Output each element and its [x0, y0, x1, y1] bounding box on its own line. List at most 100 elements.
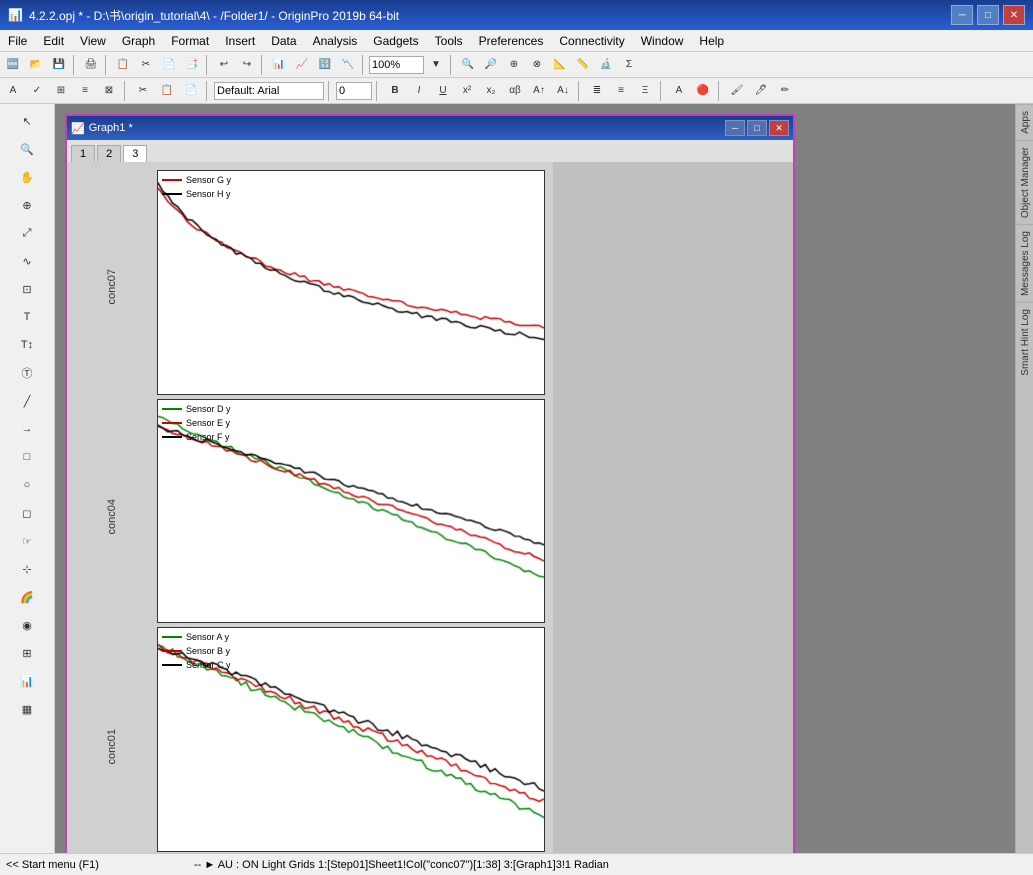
fb16[interactable]: 🔴: [692, 80, 714, 102]
print-btn[interactable]: 🖨: [80, 54, 102, 76]
bold-btn[interactable]: B: [384, 80, 406, 102]
font-family-input[interactable]: [214, 82, 324, 100]
l4[interactable]: Ⓣ: [13, 360, 41, 386]
tb5[interactable]: 📄: [158, 54, 180, 76]
menu-format[interactable]: Format: [163, 30, 217, 51]
font-size-input[interactable]: [336, 82, 372, 100]
tb20[interactable]: Σ: [618, 54, 640, 76]
l1[interactable]: ∿: [13, 248, 41, 274]
superscript-btn[interactable]: x²: [456, 80, 478, 102]
fb15[interactable]: A: [668, 80, 690, 102]
text-tool[interactable]: T: [13, 304, 41, 330]
zoom-input[interactable]: [369, 56, 424, 74]
tb4[interactable]: ✂: [135, 54, 157, 76]
tb9[interactable]: 📊: [268, 54, 290, 76]
tb6[interactable]: 📑: [181, 54, 203, 76]
zoom-dropdown[interactable]: ▼: [425, 54, 447, 76]
rescale-tool[interactable]: ⤢: [13, 220, 41, 246]
arrow-draw[interactable]: →: [13, 416, 41, 442]
apps-panel-label[interactable]: Apps: [1016, 104, 1033, 140]
menu-preferences[interactable]: Preferences: [471, 30, 552, 51]
l3[interactable]: T↕: [13, 332, 41, 358]
line-tool[interactable]: ╱: [13, 388, 41, 414]
fb2[interactable]: ✓: [26, 80, 48, 102]
tb18[interactable]: 📏: [572, 54, 594, 76]
graph-tab-3[interactable]: 3: [123, 145, 147, 162]
tb10[interactable]: 📈: [291, 54, 313, 76]
underline-btn[interactable]: U: [432, 80, 454, 102]
tb7[interactable]: ↩: [213, 54, 235, 76]
menu-gadgets[interactable]: Gadgets: [365, 30, 426, 51]
tb17[interactable]: 📐: [549, 54, 571, 76]
menu-help[interactable]: Help: [691, 30, 732, 51]
minimize-button[interactable]: ─: [951, 5, 973, 25]
maximize-button[interactable]: □: [977, 5, 999, 25]
menu-edit[interactable]: Edit: [35, 30, 72, 51]
open-btn[interactable]: 📂: [25, 54, 47, 76]
tb19[interactable]: 🔬: [595, 54, 617, 76]
graph-maximize-btn[interactable]: □: [747, 120, 767, 136]
menu-window[interactable]: Window: [633, 30, 692, 51]
graph-tab-2[interactable]: 2: [97, 145, 121, 162]
l7[interactable]: ⊞: [13, 640, 41, 666]
fb5[interactable]: ⊠: [98, 80, 120, 102]
color-btn[interactable]: 🌈: [13, 584, 41, 610]
menu-data[interactable]: Data: [263, 30, 304, 51]
fb8[interactable]: 📄: [180, 80, 202, 102]
tb8[interactable]: ↪: [236, 54, 258, 76]
tb12[interactable]: 📉: [337, 54, 359, 76]
fb13[interactable]: ≡: [610, 80, 632, 102]
hand-tool[interactable]: ☞: [13, 528, 41, 554]
fb1[interactable]: A: [2, 80, 24, 102]
graph-tab-1[interactable]: 1: [71, 145, 95, 162]
tb3[interactable]: 📋: [112, 54, 134, 76]
menu-file[interactable]: File: [0, 30, 35, 51]
new-btn[interactable]: 🆕: [2, 54, 24, 76]
fb10[interactable]: A↑: [528, 80, 550, 102]
tb11[interactable]: 🔢: [314, 54, 336, 76]
menu-connectivity[interactable]: Connectivity: [551, 30, 632, 51]
menu-view[interactable]: View: [72, 30, 114, 51]
subscript-btn[interactable]: x₂: [480, 80, 502, 102]
l5[interactable]: ⊹: [13, 556, 41, 582]
fb7[interactable]: 📋: [156, 80, 178, 102]
region-tool[interactable]: ◻: [13, 500, 41, 526]
pan-tool[interactable]: ✋: [13, 164, 41, 190]
fb3[interactable]: ⊞: [50, 80, 72, 102]
italic-btn[interactable]: I: [408, 80, 430, 102]
tb16[interactable]: ⊗: [526, 54, 548, 76]
fb6[interactable]: ✂: [132, 80, 154, 102]
fb11[interactable]: A↓: [552, 80, 574, 102]
fb17[interactable]: 🖌: [726, 80, 748, 102]
tb13[interactable]: 🔍: [457, 54, 479, 76]
l6[interactable]: ◉: [13, 612, 41, 638]
object-manager-label[interactable]: Object Manager: [1016, 140, 1033, 224]
fb9[interactable]: αβ: [504, 80, 526, 102]
zoom-tool[interactable]: 🔍: [13, 136, 41, 162]
l2[interactable]: ⊡: [13, 276, 41, 302]
menu-analysis[interactable]: Analysis: [305, 30, 366, 51]
close-button[interactable]: ✕: [1003, 5, 1025, 25]
messages-log-label[interactable]: Messages Log: [1016, 224, 1033, 302]
fb12[interactable]: ≣: [586, 80, 608, 102]
ellipse-tool[interactable]: ○: [13, 472, 41, 498]
tb14[interactable]: 🔎: [480, 54, 502, 76]
save-btn[interactable]: 💾: [48, 54, 70, 76]
fb18[interactable]: 🖊: [750, 80, 772, 102]
l8[interactable]: 📊: [13, 668, 41, 694]
graph-close-btn[interactable]: ✕: [769, 120, 789, 136]
smart-hint-log-label[interactable]: Smart Hint Log: [1016, 302, 1033, 382]
fb14[interactable]: Ξ: [634, 80, 656, 102]
menu-tools[interactable]: Tools: [427, 30, 471, 51]
menu-insert[interactable]: Insert: [217, 30, 263, 51]
title-bar-left: 📊 4.2.2.opj * - D:\书\origin_tutorial\4\ …: [8, 7, 399, 24]
pick-tool[interactable]: ⊕: [13, 192, 41, 218]
tb15[interactable]: ⊕: [503, 54, 525, 76]
fb19[interactable]: ✏: [774, 80, 796, 102]
graph-minimize-btn[interactable]: ─: [725, 120, 745, 136]
rect-tool[interactable]: □: [13, 444, 41, 470]
l9[interactable]: ▦: [13, 696, 41, 722]
arrow-tool[interactable]: ↖: [13, 108, 41, 134]
fb4[interactable]: ≡: [74, 80, 96, 102]
menu-graph[interactable]: Graph: [114, 30, 163, 51]
